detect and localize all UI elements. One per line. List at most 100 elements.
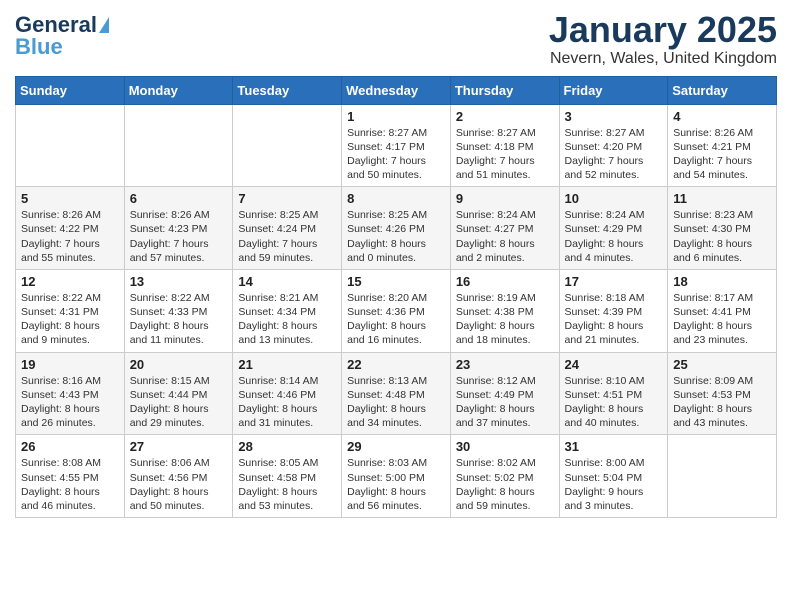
day-number: 30 <box>456 439 554 454</box>
logo-icon <box>99 17 109 33</box>
table-row: 13 Sunrise: 8:22 AM Sunset: 4:33 PM Dayli… <box>124 269 233 352</box>
table-row: 11Sunrise: 8:23 AM Sunset: 4:30 PM Dayli… <box>668 187 777 270</box>
day-info: Sunrise: 8:24 AM Sunset: 4:27 PM Dayligh… <box>456 208 554 265</box>
day-number: 12 <box>21 274 119 289</box>
table-row: 29 Sunrise: 8:03 AM Sunset: 5:00 PM Dayli… <box>342 435 451 518</box>
table-row: 28 Sunrise: 8:05 AM Sunset: 4:58 PM Dayli… <box>233 435 342 518</box>
table-row: 14 Sunrise: 8:21 AM Sunset: 4:34 PM Dayli… <box>233 269 342 352</box>
table-row <box>124 104 233 187</box>
day-info: Sunrise: 8:26 AM Sunset: 4:21 PM Dayligh… <box>673 126 771 183</box>
table-row: 24Sunrise: 8:10 AM Sunset: 4:51 PM Dayli… <box>559 352 668 435</box>
day-info: Sunrise: 8:20 AM Sunset: 4:36 PM Dayligh… <box>347 291 445 348</box>
table-row: 22 Sunrise: 8:13 AM Sunset: 4:48 PM Dayli… <box>342 352 451 435</box>
table-row: 15Sunrise: 8:20 AM Sunset: 4:36 PM Dayli… <box>342 269 451 352</box>
table-row: 17 Sunrise: 8:18 AM Sunset: 4:39 PM Dayli… <box>559 269 668 352</box>
day-number: 5 <box>21 191 119 206</box>
day-info: Sunrise: 8:12 AM Sunset: 4:49 PM Dayligh… <box>456 374 554 431</box>
day-info: Sunrise: 8:22 AM Sunset: 4:31 PM Dayligh… <box>21 291 119 348</box>
table-row: 23 Sunrise: 8:12 AM Sunset: 4:49 PM Dayli… <box>450 352 559 435</box>
table-row <box>233 104 342 187</box>
day-info: Sunrise: 8:19 AM Sunset: 4:38 PM Dayligh… <box>456 291 554 348</box>
calendar-week-row: 26Sunrise: 8:08 AM Sunset: 4:55 PM Dayli… <box>16 435 777 518</box>
page-subtitle: Nevern, Wales, United Kingdom <box>549 50 777 68</box>
day-number: 1 <box>347 109 445 124</box>
day-info: Sunrise: 8:09 AM Sunset: 4:53 PM Dayligh… <box>673 374 771 431</box>
day-number: 6 <box>130 191 228 206</box>
calendar-table: Sunday Monday Tuesday Wednesday Thursday… <box>15 76 777 518</box>
day-info: Sunrise: 8:13 AM Sunset: 4:48 PM Dayligh… <box>347 374 445 431</box>
day-info: Sunrise: 8:16 AM Sunset: 4:43 PM Dayligh… <box>21 374 119 431</box>
calendar-week-row: 19 Sunrise: 8:16 AM Sunset: 4:43 PM Dayli… <box>16 352 777 435</box>
logo-blue: Blue <box>15 36 63 58</box>
table-row: 9Sunrise: 8:24 AM Sunset: 4:27 PM Daylig… <box>450 187 559 270</box>
logo-general: General <box>15 14 97 36</box>
table-row: 4 Sunrise: 8:26 AM Sunset: 4:21 PM Daylig… <box>668 104 777 187</box>
day-info: Sunrise: 8:22 AM Sunset: 4:33 PM Dayligh… <box>130 291 228 348</box>
day-number: 18 <box>673 274 771 289</box>
table-row: 25 Sunrise: 8:09 AM Sunset: 4:53 PM Dayli… <box>668 352 777 435</box>
day-info: Sunrise: 8:18 AM Sunset: 4:39 PM Dayligh… <box>565 291 663 348</box>
calendar-header-row: Sunday Monday Tuesday Wednesday Thursday… <box>16 76 777 104</box>
day-info: Sunrise: 8:25 AM Sunset: 4:26 PM Dayligh… <box>347 208 445 265</box>
table-row: 30 Sunrise: 8:02 AM Sunset: 5:02 PM Dayli… <box>450 435 559 518</box>
day-info: Sunrise: 8:02 AM Sunset: 5:02 PM Dayligh… <box>456 456 554 513</box>
day-info: Sunrise: 8:23 AM Sunset: 4:30 PM Dayligh… <box>673 208 771 265</box>
day-info: Sunrise: 8:24 AM Sunset: 4:29 PM Dayligh… <box>565 208 663 265</box>
title-block: January 2025 Nevern, Wales, United Kingd… <box>549 10 777 68</box>
table-row: 20Sunrise: 8:15 AM Sunset: 4:44 PM Dayli… <box>124 352 233 435</box>
day-number: 25 <box>673 357 771 372</box>
logo: General Blue <box>15 14 109 58</box>
calendar-week-row: 12 Sunrise: 8:22 AM Sunset: 4:31 PM Dayli… <box>16 269 777 352</box>
day-number: 2 <box>456 109 554 124</box>
table-row: 16 Sunrise: 8:19 AM Sunset: 4:38 PM Dayli… <box>450 269 559 352</box>
day-number: 19 <box>21 357 119 372</box>
table-row: 18 Sunrise: 8:17 AM Sunset: 4:41 PM Dayli… <box>668 269 777 352</box>
page-title: January 2025 <box>549 10 777 50</box>
day-info: Sunrise: 8:06 AM Sunset: 4:56 PM Dayligh… <box>130 456 228 513</box>
day-info: Sunrise: 8:27 AM Sunset: 4:20 PM Dayligh… <box>565 126 663 183</box>
day-info: Sunrise: 8:27 AM Sunset: 4:18 PM Dayligh… <box>456 126 554 183</box>
day-number: 26 <box>21 439 119 454</box>
table-row: 19 Sunrise: 8:16 AM Sunset: 4:43 PM Dayli… <box>16 352 125 435</box>
day-number: 4 <box>673 109 771 124</box>
day-number: 31 <box>565 439 663 454</box>
day-info: Sunrise: 8:26 AM Sunset: 4:23 PM Dayligh… <box>130 208 228 265</box>
day-number: 29 <box>347 439 445 454</box>
table-row: 6 Sunrise: 8:26 AM Sunset: 4:23 PM Daylig… <box>124 187 233 270</box>
day-info: Sunrise: 8:26 AM Sunset: 4:22 PM Dayligh… <box>21 208 119 265</box>
day-info: Sunrise: 8:10 AM Sunset: 4:51 PM Dayligh… <box>565 374 663 431</box>
day-info: Sunrise: 8:15 AM Sunset: 4:44 PM Dayligh… <box>130 374 228 431</box>
table-row: 5 Sunrise: 8:26 AM Sunset: 4:22 PM Daylig… <box>16 187 125 270</box>
table-row: 2 Sunrise: 8:27 AM Sunset: 4:18 PM Daylig… <box>450 104 559 187</box>
calendar-week-row: 5 Sunrise: 8:26 AM Sunset: 4:22 PM Daylig… <box>16 187 777 270</box>
day-number: 21 <box>238 357 336 372</box>
day-number: 13 <box>130 274 228 289</box>
col-saturday: Saturday <box>668 76 777 104</box>
table-row: 10 Sunrise: 8:24 AM Sunset: 4:29 PM Dayli… <box>559 187 668 270</box>
col-friday: Friday <box>559 76 668 104</box>
table-row: 12 Sunrise: 8:22 AM Sunset: 4:31 PM Dayli… <box>16 269 125 352</box>
page-header: General Blue January 2025 Nevern, Wales,… <box>15 10 777 68</box>
day-info: Sunrise: 8:03 AM Sunset: 5:00 PM Dayligh… <box>347 456 445 513</box>
day-number: 22 <box>347 357 445 372</box>
day-number: 16 <box>456 274 554 289</box>
day-number: 23 <box>456 357 554 372</box>
day-number: 28 <box>238 439 336 454</box>
day-info: Sunrise: 8:14 AM Sunset: 4:46 PM Dayligh… <box>238 374 336 431</box>
table-row <box>16 104 125 187</box>
col-wednesday: Wednesday <box>342 76 451 104</box>
col-tuesday: Tuesday <box>233 76 342 104</box>
table-row: 21 Sunrise: 8:14 AM Sunset: 4:46 PM Dayli… <box>233 352 342 435</box>
day-number: 7 <box>238 191 336 206</box>
day-info: Sunrise: 8:21 AM Sunset: 4:34 PM Dayligh… <box>238 291 336 348</box>
day-info: Sunrise: 8:00 AM Sunset: 5:04 PM Dayligh… <box>565 456 663 513</box>
day-number: 3 <box>565 109 663 124</box>
day-info: Sunrise: 8:05 AM Sunset: 4:58 PM Dayligh… <box>238 456 336 513</box>
table-row: 26Sunrise: 8:08 AM Sunset: 4:55 PM Dayli… <box>16 435 125 518</box>
table-row: 7Sunrise: 8:25 AM Sunset: 4:24 PM Daylig… <box>233 187 342 270</box>
day-number: 14 <box>238 274 336 289</box>
table-row: 8Sunrise: 8:25 AM Sunset: 4:26 PM Daylig… <box>342 187 451 270</box>
day-number: 17 <box>565 274 663 289</box>
day-number: 10 <box>565 191 663 206</box>
day-info: Sunrise: 8:17 AM Sunset: 4:41 PM Dayligh… <box>673 291 771 348</box>
